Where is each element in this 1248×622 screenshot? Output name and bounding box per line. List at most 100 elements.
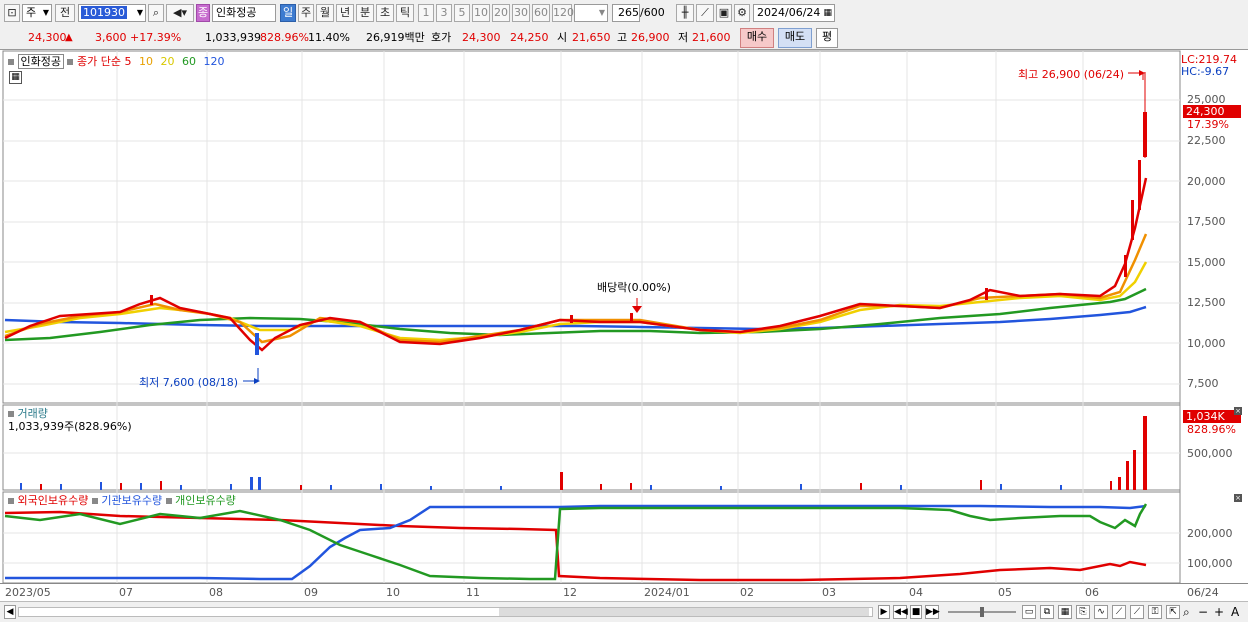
legend-institution[interactable]: 기관보유수량 — [101, 494, 162, 507]
high-price: 26,900 — [631, 31, 670, 44]
scroll-left-button[interactable]: ◀ — [4, 605, 16, 619]
legend-ma120[interactable]: 120 — [203, 55, 224, 68]
grid-icon[interactable]: ▦ — [1058, 605, 1072, 619]
legend-square-icon — [8, 498, 14, 504]
buy-button[interactable]: 매수 — [740, 28, 774, 48]
step-5-button[interactable]: 5 — [454, 4, 470, 22]
chevron-down-icon: ▼ — [42, 8, 49, 17]
step-select[interactable]: ▼ — [574, 4, 608, 22]
zoom-slider-handle[interactable] — [980, 607, 984, 617]
save-icon[interactable]: ▣ — [716, 4, 732, 22]
scroll-thumb[interactable] — [499, 608, 869, 616]
lock-icon[interactable]: ⚿ — [1148, 605, 1162, 619]
trend-icon[interactable]: ⟋ — [1130, 605, 1144, 619]
x-axis: 2023/05 07 08 09 10 11 12 2024/01 02 03 … — [0, 583, 1248, 603]
table-icon[interactable]: ▦ — [9, 71, 22, 84]
y-tick: 22,500 — [1187, 134, 1226, 147]
period-tick-button[interactable]: 틱 — [396, 4, 414, 22]
step-10-button[interactable]: 10 — [472, 4, 490, 22]
turnover-percent: 11.40% — [308, 31, 350, 44]
ask-price: 24,300 — [462, 31, 501, 44]
bid-price: 24,250 — [510, 31, 549, 44]
legend-ma-label[interactable]: 종가 단순 — [77, 55, 121, 68]
period-second-button[interactable]: 초 — [376, 4, 394, 22]
legend-ma10[interactable]: 10 — [139, 55, 153, 68]
gear-icon[interactable]: ⚙ — [734, 4, 750, 22]
y-tick: 15,000 — [1187, 256, 1226, 269]
period-month-button[interactable]: 월 — [316, 4, 334, 22]
calendar-icon[interactable]: ▦ — [823, 5, 832, 21]
prev-button[interactable]: 전 — [55, 4, 75, 22]
count-total: /600 — [640, 6, 665, 19]
market-select[interactable]: 주 ▼ — [22, 4, 52, 22]
chart-area[interactable]: 인화정공 종가 단순 5 10 20 60 120 ▦ 최고 26,900 (0… — [0, 49, 1248, 603]
code-input[interactable]: 101930 ▼ — [78, 4, 146, 22]
y-tick: 17,500 — [1187, 215, 1226, 228]
legend-ma20[interactable]: 20 — [160, 55, 174, 68]
holdings-legend: 외국인보유수량 기관보유수량 개인보유수량 — [8, 492, 236, 508]
legend-square-icon — [8, 411, 14, 417]
split-icon[interactable]: ⧉ — [1040, 605, 1054, 619]
x-tick: 08 — [209, 586, 223, 599]
step-20-button[interactable]: 20 — [492, 4, 510, 22]
legend-ma5[interactable]: 5 — [124, 55, 131, 68]
scroll-right-button[interactable]: ▶ — [878, 605, 890, 619]
legend-individual[interactable]: 개인보유수량 — [175, 494, 236, 507]
y-tick: 200,000 — [1187, 527, 1233, 540]
zoom-out-icon[interactable]: − — [1198, 604, 1208, 620]
chevron-down-icon: ▼ — [136, 8, 143, 17]
x-tick: 10 — [386, 586, 400, 599]
copy-icon[interactable]: ⎘ — [1076, 605, 1090, 619]
current-price-tag: 24,300 — [1183, 105, 1241, 118]
candle-icon[interactable]: ╫ — [676, 4, 694, 22]
speaker-icon[interactable]: ◀▾ — [166, 4, 194, 22]
auto-scale-icon[interactable]: A — [1231, 604, 1239, 620]
legend-stock-name[interactable]: 인화정공 — [17, 54, 64, 69]
eval-button[interactable]: 평 — [816, 28, 838, 48]
step-60-button[interactable]: 60 — [532, 4, 550, 22]
period-year-button[interactable]: 년 — [336, 4, 354, 22]
sell-button[interactable]: 매도 — [778, 28, 812, 48]
step-120-button[interactable]: 120 — [552, 4, 574, 22]
quote-bar: 24,300 ▲ 3,600 +17.39% 1,033,939 828.96%… — [0, 28, 1248, 48]
legend-foreign[interactable]: 외국인보유수량 — [18, 494, 89, 507]
scroll-track[interactable] — [18, 607, 873, 617]
period-minute-button[interactable]: 분 — [356, 4, 374, 22]
stock-name-field[interactable]: 인화정공 — [212, 4, 276, 22]
chart-type-icon[interactable]: ∿ — [1094, 605, 1108, 619]
y-tick: 500,000 — [1187, 447, 1233, 460]
x-end-label: 06/24 — [1187, 586, 1219, 599]
layout-icon[interactable]: ▭ — [1022, 605, 1036, 619]
hc-label: HC:-9.67 — [1181, 65, 1230, 78]
y-tick: 20,000 — [1187, 175, 1226, 188]
date-input[interactable]: 2024/06/24 ▦ — [753, 4, 835, 22]
high-annotation: 최고 26,900 (06/24) — [1018, 68, 1125, 81]
period-week-button[interactable]: 주 — [298, 4, 314, 22]
period-day-button[interactable]: 일 — [280, 4, 296, 22]
rewind-icon[interactable]: ◀◀ — [893, 605, 908, 619]
fast-forward-icon[interactable]: ▶▶ — [925, 605, 940, 619]
volume-value-label: 1,033,939주(828.96%) — [8, 420, 132, 433]
legend-ma60[interactable]: 60 — [182, 55, 196, 68]
zoom-in-icon[interactable]: + — [1214, 604, 1224, 620]
stock-name: 인화정공 — [216, 6, 257, 19]
x-tick: 06 — [1085, 586, 1099, 599]
step-3-button[interactable]: 3 — [436, 4, 452, 22]
step-30-button[interactable]: 30 — [512, 4, 530, 22]
magnifier-icon[interactable]: ⌕ — [1183, 604, 1190, 620]
window-icon[interactable]: ⊡ — [4, 4, 20, 22]
high-label: 고 — [617, 31, 628, 44]
line-chart-icon[interactable]: ⟋ — [1112, 605, 1126, 619]
panel-close-icon[interactable]: × — [1234, 494, 1242, 502]
step-1-button[interactable]: 1 — [418, 4, 434, 22]
draw-line-icon[interactable]: ⟋ — [696, 4, 714, 22]
export-icon[interactable]: ⇱ — [1166, 605, 1180, 619]
stop-icon[interactable]: ■ — [910, 605, 922, 619]
zoom-slider[interactable] — [948, 607, 1016, 617]
count-input[interactable]: 265 — [612, 4, 640, 22]
dividend-annotation: 배당락(0.00%) — [597, 281, 671, 294]
count-field[interactable]: 265/600 — [612, 4, 665, 22]
search-icon[interactable]: ⌕ — [148, 4, 164, 22]
panel-close-icon[interactable]: × — [1234, 407, 1242, 415]
low-annotation: 최저 7,600 (08/18) — [139, 376, 239, 389]
